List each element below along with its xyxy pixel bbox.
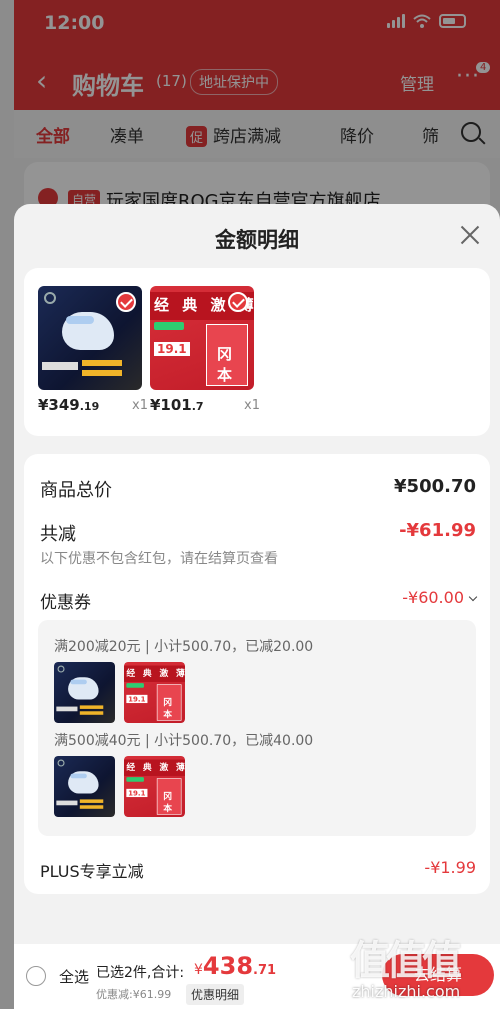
coupon-line: 满500减40元 | 小计500.70，已减40.00	[54, 733, 314, 749]
coupon-line: 满200减20元 | 小计500.70，已减20.00	[54, 639, 314, 655]
watermark-logo: 值值值	[350, 938, 462, 984]
close-icon[interactable]	[455, 220, 485, 250]
reduce-note: 以下优惠不包含红包，请在结算页查看	[40, 551, 278, 567]
coupon-product-thumb: 经 典 激 薄 19.1 冈 本	[124, 662, 185, 723]
chevron-down-icon	[468, 592, 478, 602]
coupon-detail-box: 满200减20元 | 小计500.70，已减20.00 经 典 激 薄 19.1 冈…	[38, 620, 476, 836]
coupon-product-thumb	[54, 662, 115, 723]
product-item[interactable]: 经 典 激 薄 19.1 冈 本 ¥101.7 x1	[150, 286, 260, 414]
discount-summary: 优惠减:¥61.99	[96, 988, 172, 1001]
condom-product-image: 经 典 激 薄 19.1 冈 本	[150, 286, 254, 390]
coupon-toggle[interactable]: -¥60.00	[402, 588, 478, 607]
amount-detail-sheet: 金额明细 ¥349.19 x1 经 典 激 薄 19.1 冈 本 ¥101.7 …	[14, 204, 500, 1009]
select-all-checkbox[interactable]	[26, 966, 46, 986]
coupon-product-thumb	[54, 756, 115, 817]
plus-discount-label: PLUS专享立减	[40, 862, 144, 881]
product-price: ¥101.7	[150, 396, 204, 414]
total-price-value: ¥500.70	[394, 476, 476, 497]
select-all-label[interactable]: 全选	[59, 966, 89, 987]
product-qty: x1	[244, 398, 260, 413]
product-item[interactable]: ¥349.19 x1	[38, 286, 148, 414]
reduce-value: -¥61.99	[399, 520, 476, 541]
watermark-url: zhizhizhi.com	[352, 982, 461, 1001]
total-price-label: 商品总价	[40, 480, 112, 501]
coupon-product-thumb: 经 典 激 薄 19.1 冈 本	[124, 756, 185, 817]
selected-check-icon	[116, 292, 136, 312]
product-qty: x1	[132, 398, 148, 413]
sheet-title: 金额明细	[215, 228, 299, 252]
site-watermark: 值值值 zhizhizhi.com	[340, 928, 500, 1008]
products-card: ¥349.19 x1 经 典 激 薄 19.1 冈 本 ¥101.7 x1	[24, 268, 490, 436]
reduce-label: 共减	[40, 524, 76, 545]
selected-check-icon	[228, 292, 248, 312]
discount-detail-button[interactable]: 优惠明细	[186, 984, 245, 1005]
mouse-product-image	[38, 286, 142, 390]
total-amount: ¥438.71	[194, 952, 277, 980]
plus-discount-value: -¥1.99	[424, 858, 476, 877]
product-price: ¥349.19	[38, 396, 100, 414]
coupon-label: 优惠券	[40, 593, 91, 613]
selected-count: 已选2件,合计:	[96, 965, 185, 981]
coupon-value: -¥60.00	[402, 588, 464, 607]
